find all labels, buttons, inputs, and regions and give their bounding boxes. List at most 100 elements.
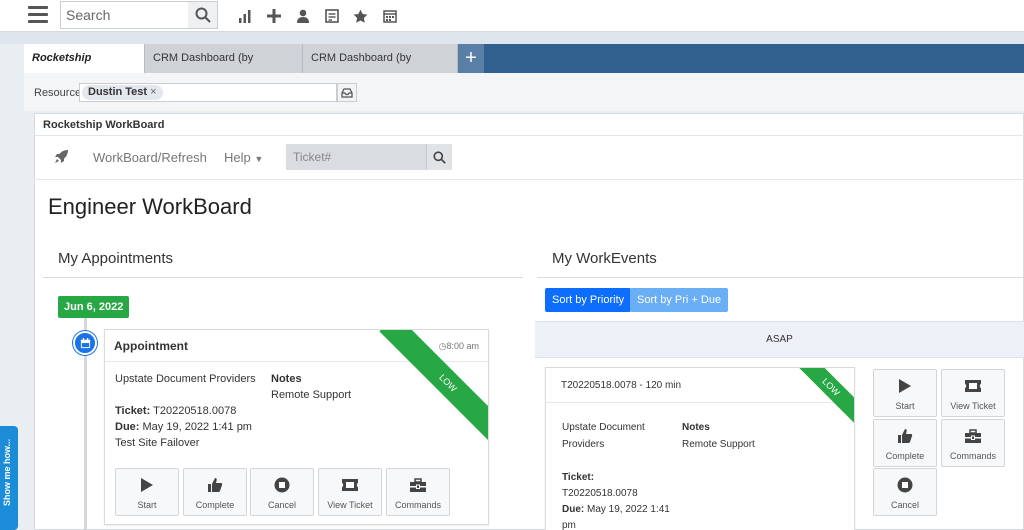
panel-title: Rocketship WorkBoard [35,114,1024,136]
notes-value: Remote Support [682,439,755,450]
search-input[interactable] [61,2,189,28]
commands-button[interactable]: Commands [386,468,450,516]
search-icon [195,7,211,23]
ticket-search-button[interactable] [426,144,452,170]
complete-label: Complete [195,500,235,510]
notes-value: Remote Support [271,389,352,401]
play-icon [874,377,936,395]
workevents-title: My WorkEvents [552,250,657,267]
resource-chip: Dustin Test × [82,85,163,100]
ticket-label: Ticket: [562,472,595,483]
top-toolbar [0,0,1024,32]
play-icon [116,476,178,494]
view-ticket-button[interactable]: View Ticket [318,468,382,516]
workboard-nav: WorkBoard/Refresh Help ▼ [35,136,1024,180]
resource-label: Resource [34,87,82,99]
appointments-title: My Appointments [58,250,174,267]
due-value-line2: pm [562,520,576,530]
plus-icon[interactable] [259,6,288,26]
search-icon [433,150,446,164]
user-icon[interactable] [288,6,317,26]
appointment-summary: Test Site Failover [115,437,200,449]
appointment-title: Appointment [114,339,188,353]
resource-filter: Resource Dustin Test × [24,73,1024,111]
ticket-number[interactable]: T20220518.0078 [562,488,638,499]
date-badge: Jun 6, 2022 [58,296,130,318]
workevent-commands-button[interactable]: Commands [941,419,1005,467]
resource-picker-button[interactable] [337,83,357,102]
workboard-refresh-link[interactable]: WorkBoard/Refresh [93,150,207,165]
sort-by-priority-button[interactable]: Sort by Priority [545,288,632,312]
workevent-cancel-button[interactable]: Cancel [873,468,937,516]
ticket-icon [319,476,381,494]
start-label: Start [137,500,157,510]
view-ticket-label: View Ticket [950,401,996,411]
ticket-icon [942,377,1004,395]
asap-group-header: ASAP [535,321,1024,358]
workevent-card[interactable]: T20220518.0078 - 120 min LOW Upstate Doc… [545,367,855,530]
cancel-button[interactable]: Cancel [250,468,314,516]
company-name-line1: Upstate Document [562,422,645,433]
start-button[interactable]: Start [115,468,179,516]
workevent-view-ticket-button[interactable]: View Ticket [941,369,1005,417]
company-name-line2: Providers [562,439,605,450]
complete-button[interactable]: Complete [183,468,247,516]
commands-label: Commands [394,500,441,510]
ticket-number[interactable]: T20220518.0078 [153,405,236,417]
calendar-icon[interactable] [375,6,404,26]
tray-icon [341,87,353,98]
tab-crm-dashboard-territory[interactable]: CRM Dashboard (by Territory) [303,44,458,93]
tab-crm-dashboard-resource[interactable]: CRM Dashboard (by Resource) [145,44,303,93]
ticket-search-input[interactable] [286,144,426,170]
add-tab-button[interactable]: + [458,44,484,73]
appointment-time-value: 8:00 am [446,341,479,351]
start-label: Start [895,401,915,411]
view-ticket-label: View Ticket [327,500,373,510]
commands-label: Commands [949,451,996,461]
ticket-label: Ticket: [115,405,151,417]
cancel-label: Cancel [267,500,296,510]
workevent-start-button[interactable]: Start [873,369,937,417]
ticket-search [286,144,452,170]
star-icon[interactable] [346,6,375,26]
sort-by-pri-due-button[interactable]: Sort by Pri + Due [630,288,729,312]
toolbox-icon [387,476,449,494]
complete-label: Complete [885,451,925,461]
rocket-icon[interactable] [53,149,69,168]
company-name: Upstate Document Providers [115,373,256,385]
appointment-time: ◷8:00 am [439,341,479,352]
workevent-title: T20220518.0078 - 120 min [561,380,682,391]
resource-chip-label: Dustin Test [88,86,148,98]
menu-icon[interactable] [28,6,48,24]
due-line: Due: May 19, 2022 1:41 [562,504,670,515]
calendar-icon [73,331,97,355]
due-line: Due: May 19, 2022 1:41 pm [115,421,252,433]
help-menu[interactable]: Help ▼ [224,150,263,165]
tab-bar: Rocketship WorkBoard CRM Dashboard (by R… [24,44,1024,93]
show-me-how-tab[interactable]: Show me how... [0,426,18,530]
ticket-line: Ticket: T20220518.0078 [115,405,236,417]
workboard-panel: Rocketship WorkBoard WorkBoard/Refresh H… [34,113,1024,530]
help-label: Help [224,150,251,165]
resource-field[interactable]: Dustin Test × [79,83,337,102]
notes-label: Notes [682,422,710,433]
search-button[interactable] [188,2,217,28]
chip-remove-icon[interactable]: × [150,86,156,98]
thumbs-up-icon [874,427,936,445]
invoice-icon[interactable] [317,6,346,26]
thumbs-up-icon [184,476,246,494]
appointments-divider [43,277,523,278]
appointment-card[interactable]: Appointment ◷8:00 am LOW Upstate Documen… [104,329,489,525]
due-value: May 19, 2022 1:41 [587,504,670,515]
workevent-complete-button[interactable]: Complete [873,419,937,467]
toolbox-icon [942,427,1004,445]
due-label: Due: [562,504,585,515]
notes-label: Notes [271,373,302,385]
cancel-label: Cancel [890,500,919,510]
page-title: Engineer WorkBoard [48,194,252,219]
due-label: Due: [115,421,140,433]
global-search [60,1,218,29]
caret-down-icon: ▼ [254,154,264,164]
chart-icon[interactable] [230,6,259,26]
tab-rocketship-workboard[interactable]: Rocketship WorkBoard [24,44,145,93]
